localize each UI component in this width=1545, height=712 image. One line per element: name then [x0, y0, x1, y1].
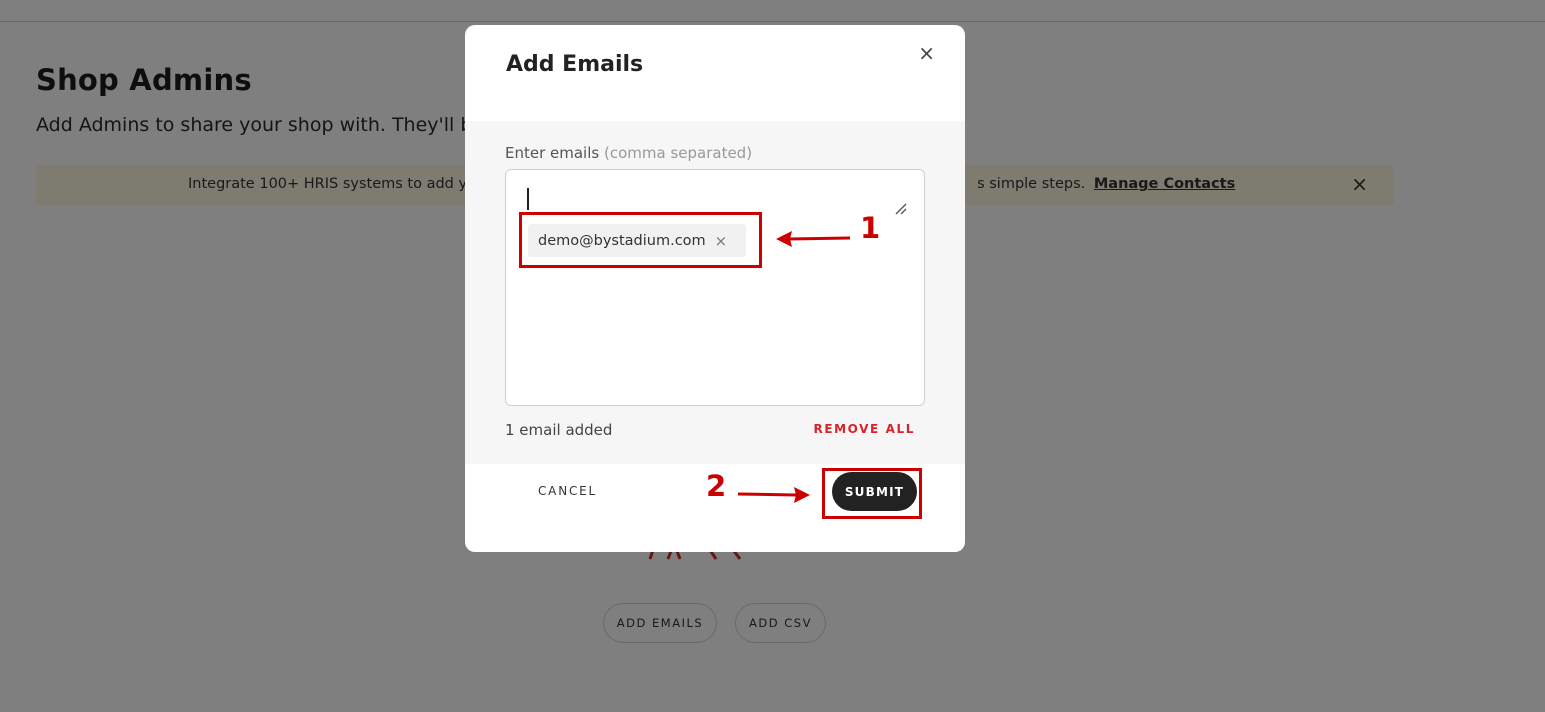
- emails-label-text: Enter emails: [505, 144, 600, 162]
- modal-close-icon[interactable]: ×: [918, 43, 935, 63]
- annotation-arrow-2-icon: [737, 487, 810, 503]
- modal-body: Enter emails (comma separated) demo@byst…: [465, 121, 965, 464]
- remove-all-button[interactable]: REMOVE ALL: [814, 422, 916, 436]
- emails-textarea[interactable]: demo@bystadium.com ×: [505, 169, 925, 406]
- modal-title: Add Emails: [506, 52, 644, 77]
- annotation-step-2: 2: [706, 469, 727, 503]
- emails-label-hint: (comma separated): [604, 144, 753, 162]
- cancel-button[interactable]: CANCEL: [538, 484, 597, 498]
- annotation-step-1: 1: [860, 211, 881, 245]
- text-caret: [527, 188, 529, 210]
- emails-count: 1 email added: [505, 421, 613, 439]
- annotation-box-chip: [519, 212, 762, 268]
- emails-field-label: Enter emails (comma separated): [505, 144, 752, 162]
- resize-handle-icon[interactable]: [894, 202, 908, 216]
- annotation-box-submit: [822, 468, 922, 519]
- annotation-arrow-1-icon: [776, 231, 851, 247]
